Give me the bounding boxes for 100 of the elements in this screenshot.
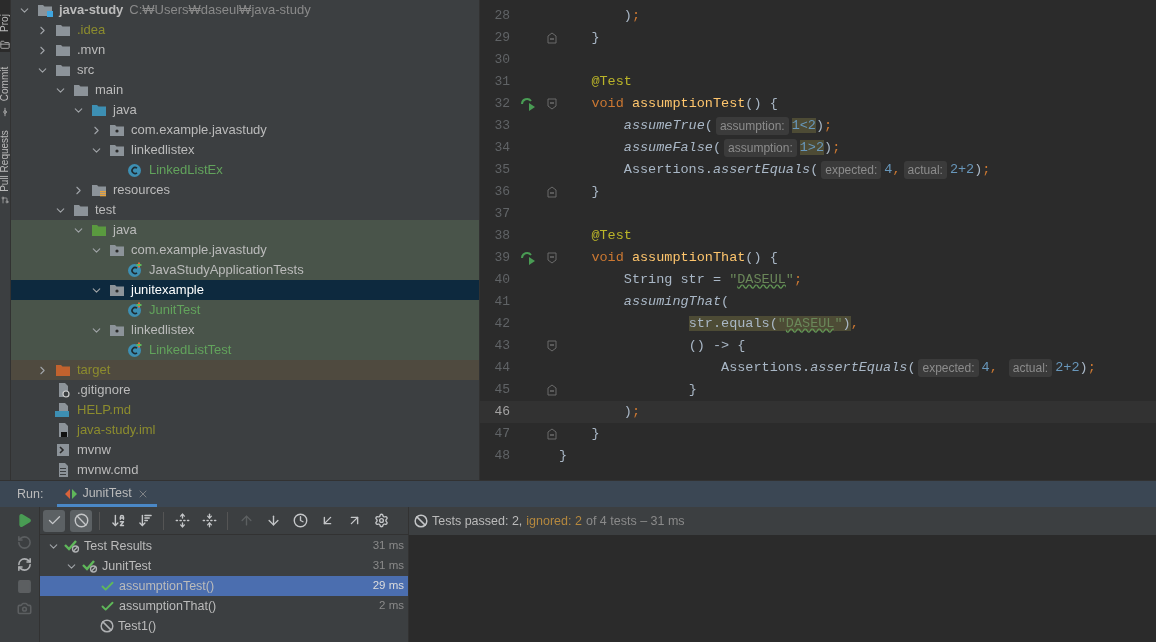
tool-window-tab[interactable]: Proj: [0, 0, 10, 52]
run-panel-label: Run:: [17, 485, 44, 503]
fold-marker-icon[interactable]: [547, 340, 557, 352]
toolbar-button[interactable]: [43, 509, 65, 532]
folder-icon: [37, 3, 53, 17]
tree-item-label: java: [113, 101, 137, 120]
tree-row[interactable]: src: [11, 60, 479, 80]
test-duration: 29 ms: [372, 578, 404, 594]
folder-icon: [73, 203, 89, 217]
line-number: 45: [493, 381, 510, 400]
test-class-icon: [127, 262, 143, 278]
line-number: 32: [493, 95, 510, 114]
fold-marker-icon[interactable]: [547, 98, 557, 110]
test-result-row[interactable]: assumptionThat() 2 ms: [40, 596, 408, 616]
tree-row[interactable]: LinkedListEx: [11, 160, 479, 180]
tree-row[interactable]: main: [11, 80, 479, 100]
run-test-icon[interactable]: [519, 251, 536, 265]
tree-item-label: linkedlistex: [131, 321, 195, 340]
arrow-down-icon: [265, 513, 281, 528]
fold-marker-icon[interactable]: [547, 186, 557, 198]
code-line: Assertions.assertEquals( expected: 4, actual: 2+2);: [622, 160, 991, 181]
ban-icon: [73, 513, 89, 528]
tree-item-label: JavaStudyApplicationTests: [149, 261, 304, 280]
code-line: assumeTrue( assumption: 1<2);: [622, 116, 833, 137]
line-number: 47: [493, 425, 510, 444]
line-number: 33: [493, 117, 510, 136]
test-result-row[interactable]: Test Results 31 ms: [40, 536, 408, 556]
tree-row[interactable]: com.example.javastudy: [11, 240, 479, 260]
tree-row[interactable]: com.example.javastudy: [11, 120, 479, 140]
test-name: assumptionThat(): [119, 597, 218, 615]
fold-marker-icon[interactable]: [547, 384, 557, 396]
file-icon: [55, 402, 71, 418]
test-result-row[interactable]: JunitTest 31 ms: [40, 556, 408, 576]
tree-row[interactable]: .gitignore: [11, 380, 479, 400]
line-number: 48: [493, 447, 510, 466]
fold-marker-icon[interactable]: [547, 428, 557, 440]
folder-icon: [91, 223, 107, 237]
tree-row[interactable]: junitexample: [11, 280, 479, 300]
package-icon: [109, 243, 125, 257]
tests-summary-text: of 4 tests – 31 ms: [585, 512, 685, 530]
tree-item-label: HELP.md: [77, 401, 131, 420]
test-duration: 31 ms: [372, 558, 404, 574]
code-line: @Test: [590, 73, 632, 91]
code-line: @Test: [590, 227, 632, 245]
clock-icon: [292, 513, 308, 528]
code-line: );: [622, 7, 641, 25]
package-icon: [109, 143, 125, 157]
tree-row[interactable]: HELP.md: [11, 400, 479, 420]
test-result-row[interactable]: Test1(): [40, 616, 408, 636]
tree-row[interactable]: .mvn: [11, 40, 479, 60]
tree-row[interactable]: linkedlistex: [11, 140, 479, 160]
tree-row[interactable]: JavaStudyApplicationTests: [11, 260, 479, 280]
tree-item-label: resources: [113, 181, 171, 200]
tree-row[interactable]: java-study C:₩Users₩daseul₩java-study: [11, 0, 479, 20]
play-icon[interactable]: [17, 513, 32, 528]
tree-item-label: java-study: [59, 1, 124, 20]
run-test-icon[interactable]: [519, 97, 536, 111]
fold-marker-icon[interactable]: [547, 32, 557, 44]
package-icon: [109, 123, 125, 137]
tool-window-tab[interactable]: Commit: [0, 52, 10, 128]
fold-marker-icon[interactable]: [547, 252, 557, 264]
tree-item-label: java-study.iml: [77, 421, 156, 440]
tree-row[interactable]: mvnw: [11, 440, 479, 460]
folder-icon: [55, 363, 71, 377]
test-result-row[interactable]: assumptionTest() 29 ms: [40, 576, 408, 596]
settings-icon: [373, 513, 389, 528]
line-number: 30: [493, 51, 510, 70]
line-number: 36: [493, 183, 510, 202]
line-number: 43: [493, 337, 510, 356]
test-name: Test Results: [84, 537, 154, 555]
folder-icon: [91, 183, 107, 197]
tree-row[interactable]: java: [11, 100, 479, 120]
run-tab[interactable]: JunitTest: [57, 483, 157, 507]
line-number: 42: [493, 315, 510, 334]
package-icon: [109, 283, 125, 297]
tree-row[interactable]: resources: [11, 180, 479, 200]
tree-row[interactable]: test: [11, 200, 479, 220]
code-line: }: [559, 447, 568, 465]
tool-window-tab[interactable]: Pull Requests: [0, 128, 10, 204]
tree-row[interactable]: java: [11, 220, 479, 240]
code-line: );: [622, 403, 641, 421]
tree-item-label: test: [95, 201, 116, 220]
tree-row[interactable]: .idea: [11, 20, 479, 40]
pull-request-icon: [0, 196, 10, 204]
toolbar-button[interactable]: [70, 509, 92, 532]
tree-row[interactable]: java-study.iml: [11, 420, 479, 440]
line-number: 29: [493, 29, 510, 48]
ignored-icon: [414, 514, 428, 528]
code-line: () -> {: [687, 337, 746, 355]
tests-passed-text: Tests passed: 2,: [432, 512, 523, 530]
tree-item-label: linkedlistex: [131, 141, 195, 160]
test-name: JunitTest: [102, 557, 153, 575]
tree-row[interactable]: mvnw.cmd: [11, 460, 479, 480]
file-icon: [55, 442, 71, 458]
refresh-icon[interactable]: [17, 557, 32, 572]
line-number: 31: [493, 73, 510, 92]
ignored-icon: [100, 619, 114, 633]
tree-item-label: LinkedListEx: [149, 161, 223, 180]
test-class-icon: [127, 342, 143, 358]
tree-row[interactable]: linkedlistex: [11, 320, 479, 340]
